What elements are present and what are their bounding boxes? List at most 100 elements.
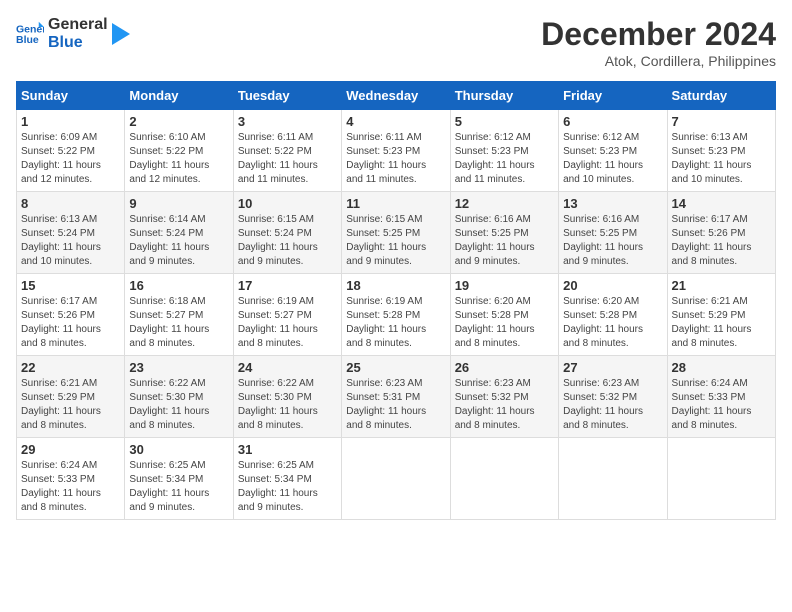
calendar-cell: 20 Sunrise: 6:20 AM Sunset: 5:28 PM Dayli… [559,274,667,356]
calendar-cell: 4 Sunrise: 6:11 AM Sunset: 5:23 PM Daylig… [342,110,450,192]
calendar-cell: 7Sunrise: 6:13 AM Sunset: 5:23 PM Daylig… [667,110,775,192]
calendar-week-row: 8Sunrise: 6:13 AM Sunset: 5:24 PM Daylig… [17,192,776,274]
day-number: 20 [563,278,662,293]
calendar-cell [342,438,450,520]
calendar-cell: 24 Sunrise: 6:22 AM Sunset: 5:30 PM Dayli… [233,356,341,438]
day-info: Sunrise: 6:17 AM Sunset: 5:26 PM Dayligh… [672,213,771,269]
day-number: 27 [563,360,662,375]
location: Atok, Cordillera, Philippines [541,53,776,69]
day-info: Sunrise: 6:11 AM Sunset: 5:23 PM Dayligh… [346,131,445,187]
calendar-cell: 5 Sunrise: 6:12 AM Sunset: 5:23 PM Daylig… [450,110,558,192]
day-info: Sunrise: 6:21 AM Sunset: 5:29 PM Dayligh… [21,377,120,433]
day-info: Sunrise: 6:14 AM Sunset: 5:24 PM Dayligh… [129,213,228,269]
day-info: Sunrise: 6:12 AM Sunset: 5:23 PM Dayligh… [455,131,554,187]
day-number: 5 [455,114,554,129]
calendar-cell: 9Sunrise: 6:14 AM Sunset: 5:24 PM Daylig… [125,192,233,274]
weekday-header-thursday: Thursday [450,82,558,110]
day-info: Sunrise: 6:10 AM Sunset: 5:22 PM Dayligh… [129,131,228,187]
day-number: 26 [455,360,554,375]
day-info: Sunrise: 6:23 AM Sunset: 5:32 PM Dayligh… [455,377,554,433]
day-info: Sunrise: 6:25 AM Sunset: 5:34 PM Dayligh… [238,459,337,515]
day-number: 17 [238,278,337,293]
calendar-cell: 2 Sunrise: 6:10 AM Sunset: 5:22 PM Daylig… [125,110,233,192]
day-info: Sunrise: 6:16 AM Sunset: 5:25 PM Dayligh… [455,213,554,269]
day-number: 1 [21,114,120,129]
day-info: Sunrise: 6:22 AM Sunset: 5:30 PM Dayligh… [238,377,337,433]
day-number: 2 [129,114,228,129]
month-title: December 2024 [541,16,776,53]
calendar-cell: 10 Sunrise: 6:15 AM Sunset: 5:24 PM Dayli… [233,192,341,274]
day-number: 25 [346,360,445,375]
calendar-cell: 28 Sunrise: 6:24 AM Sunset: 5:33 PM Dayli… [667,356,775,438]
day-info: Sunrise: 6:21 AM Sunset: 5:29 PM Dayligh… [672,295,771,351]
calendar-header: SundayMondayTuesdayWednesdayThursdayFrid… [17,82,776,110]
logo-text-general: General [48,16,108,34]
day-info: Sunrise: 6:11 AM Sunset: 5:22 PM Dayligh… [238,131,337,187]
day-number: 16 [129,278,228,293]
day-info: Sunrise: 6:20 AM Sunset: 5:28 PM Dayligh… [563,295,662,351]
calendar-cell: 8Sunrise: 6:13 AM Sunset: 5:24 PM Daylig… [17,192,125,274]
day-info: Sunrise: 6:16 AM Sunset: 5:25 PM Dayligh… [563,213,662,269]
day-number: 24 [238,360,337,375]
calendar-cell: 22 Sunrise: 6:21 AM Sunset: 5:29 PM Dayli… [17,356,125,438]
day-number: 14 [672,196,771,211]
weekday-header-saturday: Saturday [667,82,775,110]
calendar-cell: 6Sunrise: 6:12 AM Sunset: 5:23 PM Daylig… [559,110,667,192]
day-info: Sunrise: 6:17 AM Sunset: 5:26 PM Dayligh… [21,295,120,351]
day-number: 10 [238,196,337,211]
day-info: Sunrise: 6:20 AM Sunset: 5:28 PM Dayligh… [455,295,554,351]
day-number: 23 [129,360,228,375]
logo: General Blue General Blue [16,16,130,51]
calendar-cell [667,438,775,520]
calendar-cell [450,438,558,520]
calendar-cell: 13 Sunrise: 6:16 AM Sunset: 5:25 PM Dayli… [559,192,667,274]
calendar-cell: 21Sunrise: 6:21 AM Sunset: 5:29 PM Dayli… [667,274,775,356]
day-info: Sunrise: 6:13 AM Sunset: 5:23 PM Dayligh… [672,131,771,187]
calendar-week-row: 29 Sunrise: 6:24 AM Sunset: 5:33 PM Dayli… [17,438,776,520]
day-number: 12 [455,196,554,211]
logo-icon: General Blue [16,20,44,48]
day-number: 28 [672,360,771,375]
day-number: 6 [563,114,662,129]
calendar-cell: 16 Sunrise: 6:18 AM Sunset: 5:27 PM Dayli… [125,274,233,356]
calendar-cell: 30Sunrise: 6:25 AM Sunset: 5:34 PM Dayli… [125,438,233,520]
calendar-cell: 31 Sunrise: 6:25 AM Sunset: 5:34 PM Dayli… [233,438,341,520]
day-info: Sunrise: 6:15 AM Sunset: 5:24 PM Dayligh… [238,213,337,269]
day-number: 19 [455,278,554,293]
logo-arrow-icon [112,23,130,45]
day-info: Sunrise: 6:22 AM Sunset: 5:30 PM Dayligh… [129,377,228,433]
weekday-header-monday: Monday [125,82,233,110]
day-info: Sunrise: 6:25 AM Sunset: 5:34 PM Dayligh… [129,459,228,515]
calendar-cell: 23 Sunrise: 6:22 AM Sunset: 5:30 PM Dayli… [125,356,233,438]
day-info: Sunrise: 6:13 AM Sunset: 5:24 PM Dayligh… [21,213,120,269]
day-number: 31 [238,442,337,457]
day-info: Sunrise: 6:18 AM Sunset: 5:27 PM Dayligh… [129,295,228,351]
day-info: Sunrise: 6:24 AM Sunset: 5:33 PM Dayligh… [21,459,120,515]
calendar-cell: 18 Sunrise: 6:19 AM Sunset: 5:28 PM Dayli… [342,274,450,356]
logo-text-blue: Blue [48,34,108,52]
calendar-cell: 12 Sunrise: 6:16 AM Sunset: 5:25 PM Dayli… [450,192,558,274]
day-number: 29 [21,442,120,457]
day-info: Sunrise: 6:19 AM Sunset: 5:28 PM Dayligh… [346,295,445,351]
title-area: December 2024 Atok, Cordillera, Philippi… [541,16,776,69]
day-number: 3 [238,114,337,129]
day-info: Sunrise: 6:19 AM Sunset: 5:27 PM Dayligh… [238,295,337,351]
calendar-week-row: 1Sunrise: 6:09 AM Sunset: 5:22 PM Daylig… [17,110,776,192]
day-info: Sunrise: 6:23 AM Sunset: 5:32 PM Dayligh… [563,377,662,433]
calendar-cell: 27 Sunrise: 6:23 AM Sunset: 5:32 PM Dayli… [559,356,667,438]
calendar-cell: 25Sunrise: 6:23 AM Sunset: 5:31 PM Dayli… [342,356,450,438]
day-number: 18 [346,278,445,293]
day-info: Sunrise: 6:24 AM Sunset: 5:33 PM Dayligh… [672,377,771,433]
day-number: 15 [21,278,120,293]
day-number: 4 [346,114,445,129]
day-number: 22 [21,360,120,375]
calendar-cell: 3 Sunrise: 6:11 AM Sunset: 5:22 PM Daylig… [233,110,341,192]
weekday-header-tuesday: Tuesday [233,82,341,110]
day-number: 13 [563,196,662,211]
calendar-cell: 14 Sunrise: 6:17 AM Sunset: 5:26 PM Dayli… [667,192,775,274]
weekday-header-wednesday: Wednesday [342,82,450,110]
weekday-header-friday: Friday [559,82,667,110]
calendar-cell: 15 Sunrise: 6:17 AM Sunset: 5:26 PM Dayli… [17,274,125,356]
svg-text:Blue: Blue [16,33,39,45]
day-info: Sunrise: 6:15 AM Sunset: 5:25 PM Dayligh… [346,213,445,269]
